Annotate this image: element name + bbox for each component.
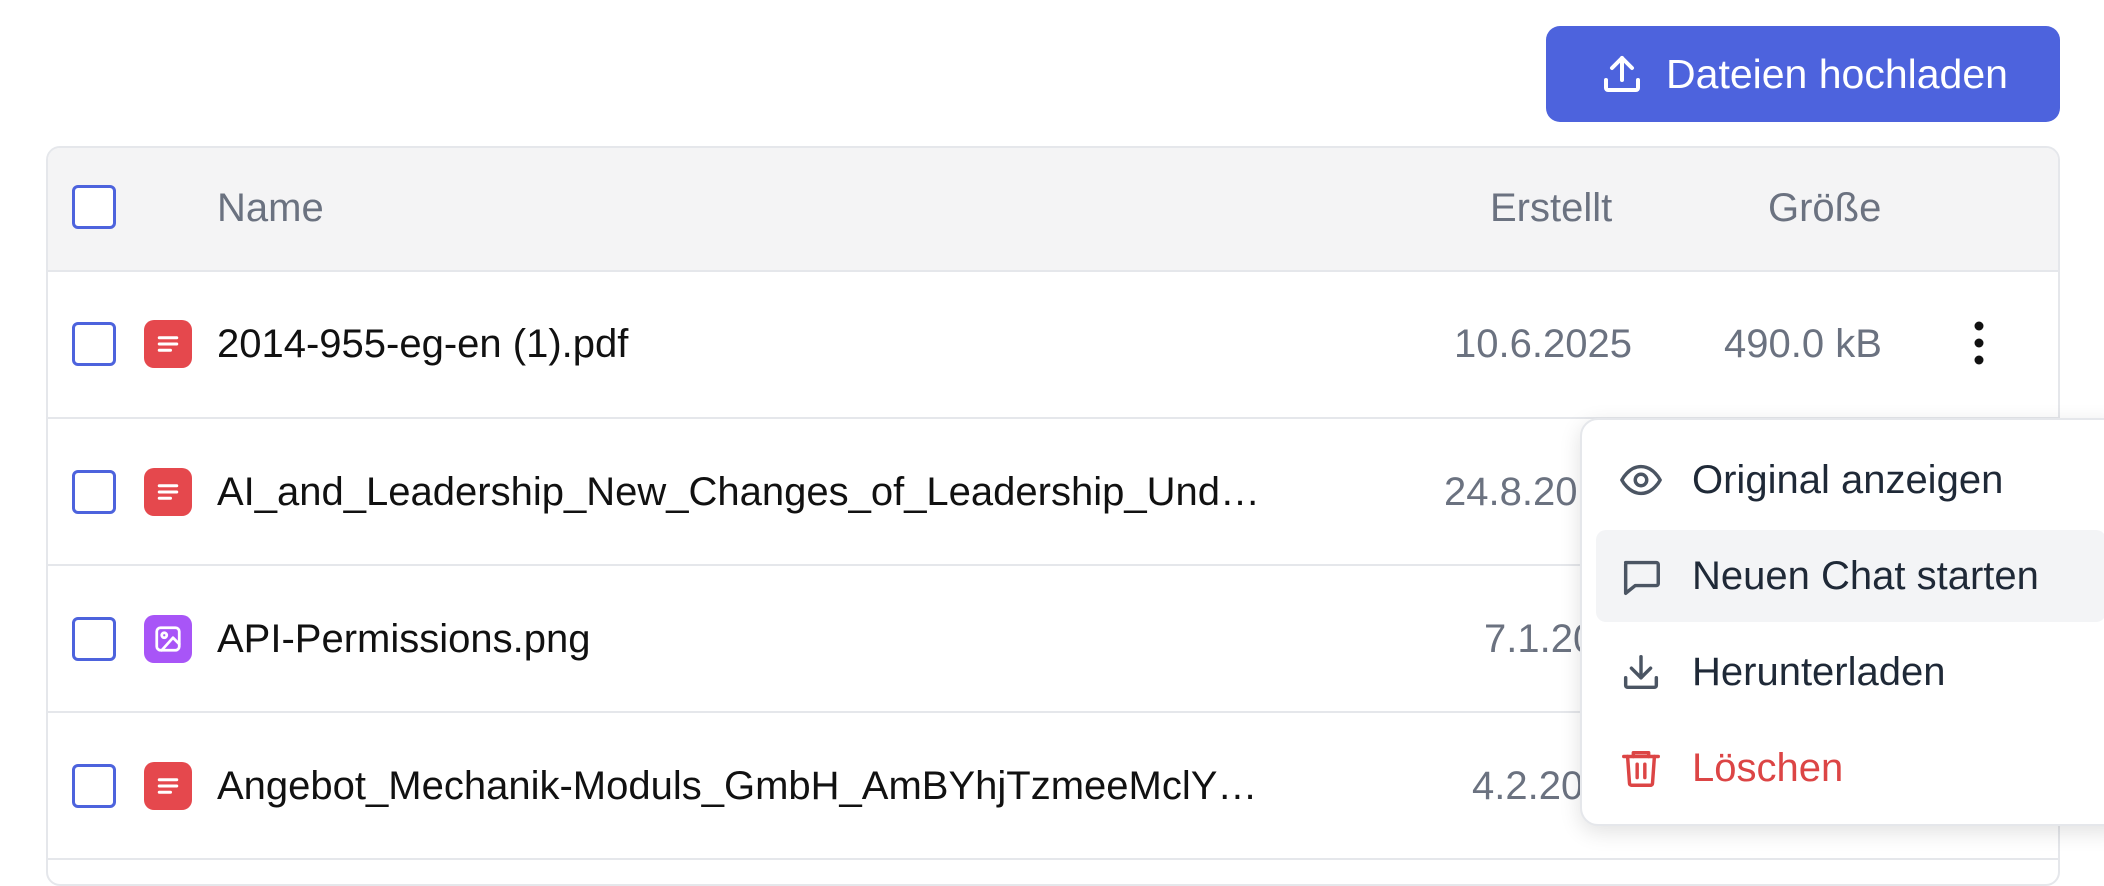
chat-bubble-icon [1623, 560, 1660, 595]
select-all-checkbox[interactable] [72, 185, 116, 229]
menu-item-label: Original anzeigen [1692, 457, 2004, 502]
file-created-date: 7.1.20 [1484, 617, 1596, 661]
row-checkbox[interactable] [72, 764, 116, 808]
file-name[interactable]: AI_and_Leadership_New_Changes_of_Leaders… [217, 470, 1260, 515]
menu-item-delete[interactable]: Löschen [1596, 722, 2104, 814]
document-icon [144, 468, 192, 516]
menu-item-label: Löschen [1692, 745, 1844, 790]
menu-item-view-original[interactable]: Original anzeigen [1596, 434, 2104, 526]
file-created-date: 24.8.20 [1444, 470, 1578, 514]
file-context-menu: Original anzeigen Neuen Chat starten Her… [1580, 418, 2104, 826]
trash-icon [1622, 750, 1660, 787]
column-header-created[interactable]: Erstellt [1490, 186, 1612, 231]
file-size: 490.0 kB [1724, 322, 1882, 366]
upload-icon [1604, 56, 1641, 92]
file-name[interactable]: Angebot_Mechanik-Moduls_GmbH_AmBYhjTzmee… [217, 764, 1257, 809]
upload-files-label: Dateien hochladen [1666, 50, 2008, 97]
upload-files-button[interactable]: Dateien hochladen [1546, 26, 2060, 122]
file-created-date: 4.2.20 [1472, 764, 1584, 808]
row-checkbox[interactable] [72, 322, 116, 366]
image-icon [144, 615, 192, 663]
row-checkbox[interactable] [72, 470, 116, 514]
download-icon [1623, 654, 1659, 690]
file-created-date: 10.6.2025 [1454, 322, 1632, 366]
menu-item-new-chat[interactable]: Neuen Chat starten [1596, 530, 2104, 622]
row-checkbox[interactable] [72, 617, 116, 661]
file-name[interactable]: 2014-955-eg-en (1).pdf [217, 322, 628, 367]
menu-item-download[interactable]: Herunterladen [1596, 626, 2104, 718]
table-header: Name Erstellt Größe [48, 148, 2058, 272]
column-header-size[interactable]: Größe [1768, 186, 1881, 231]
menu-item-label: Herunterladen [1692, 649, 1946, 694]
file-name[interactable]: API-Permissions.png [217, 617, 590, 662]
menu-item-label: Neuen Chat starten [1692, 553, 2039, 598]
eye-icon [1620, 464, 1662, 496]
column-header-name[interactable]: Name [217, 186, 324, 231]
more-options-icon[interactable] [1964, 318, 1994, 368]
table-row[interactable]: 2014-955-eg-en (1).pdf 10.6.2025 490.0 k… [48, 272, 2058, 419]
document-icon [144, 762, 192, 810]
document-icon [144, 320, 192, 368]
